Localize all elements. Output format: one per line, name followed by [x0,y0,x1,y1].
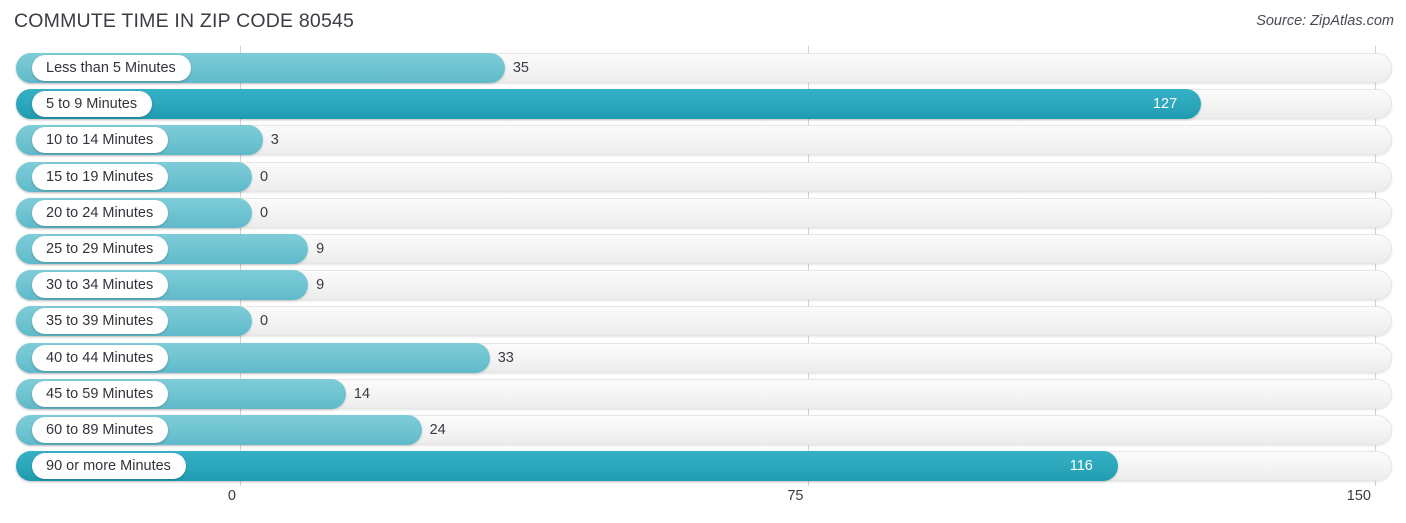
bar-category-label: 10 to 14 Minutes [32,127,169,154]
bar-row[interactable]: 30 to 34 Minutes 9 [0,270,1406,301]
bar-row[interactable]: 60 to 89 Minutes 24 [0,415,1406,445]
bar-row[interactable]: Less than 5 Minutes 35 [0,53,1406,83]
bar-fill[interactable] [16,89,1201,120]
bar-category-label: 40 to 44 Minutes [32,344,169,371]
bar-value-label: 0 [260,204,269,221]
bar-value-label: 116 [1069,458,1093,475]
bar-row[interactable]: 20 to 24 Minutes 0 [0,197,1406,228]
bar-value-label: 127 [1152,96,1178,113]
bar-row[interactable]: 40 to 44 Minutes 33 [0,342,1406,373]
bar-category-label: Less than 5 Minutes [32,55,191,81]
axis-tick-label: 0 [227,488,236,504]
bar-value-label: 9 [316,277,325,294]
bar-value-label: 33 [497,349,514,366]
bar-value-label: 24 [429,422,446,438]
bar-chart-plot-area: Less than 5 Minutes 35 5 to 9 Minutes 127 10… [0,46,1406,486]
chart-header: COMMUTE TIME IN ZIP CODE 80545 Source: Z… [0,0,1406,46]
bar-category-label: 45 to 59 Minutes [32,380,169,407]
bar-row[interactable]: 15 to 19 Minutes 0 [0,161,1406,192]
bar-value-label: 0 [260,313,269,330]
bar-row[interactable]: 45 to 59 Minutes 14 [0,378,1406,409]
bar-category-label: 90 or more Minutes [32,453,186,480]
bar-category-label: 20 to 24 Minutes [32,199,169,226]
bar-value-label: 3 [270,132,279,149]
bar-row[interactable]: 25 to 29 Minutes 9 [0,234,1406,264]
bar-value-label: 9 [316,241,325,257]
bar-row[interactable]: 5 to 9 Minutes 127 [0,89,1406,120]
bar-value-label: 0 [260,168,269,185]
axis-tick-label: 75 [787,488,804,504]
bar-value-label: 35 [512,60,529,76]
bar-value-label: 14 [353,385,371,402]
axis-tick-label: 150 [1346,488,1371,504]
bar-category-label: 60 to 89 Minutes [32,417,169,443]
source-attribution: Source: ZipAtlas.com [1256,13,1394,29]
bar-row[interactable]: 90 or more Minutes 116 [0,451,1406,482]
bar-row[interactable]: 35 to 39 Minutes 0 [0,306,1406,337]
bar-category-label: 5 to 9 Minutes [32,91,153,118]
bar-category-label: 25 to 29 Minutes [32,236,169,262]
bar-row[interactable]: 10 to 14 Minutes 3 [0,125,1406,156]
bar-category-label: 35 to 39 Minutes [32,308,169,335]
bar-category-label: 30 to 34 Minutes [32,272,169,299]
page-title: COMMUTE TIME IN ZIP CODE 80545 [14,10,355,32]
bar-category-label: 15 to 19 Minutes [32,163,169,190]
x-axis: 0 75 150 [0,486,1406,523]
